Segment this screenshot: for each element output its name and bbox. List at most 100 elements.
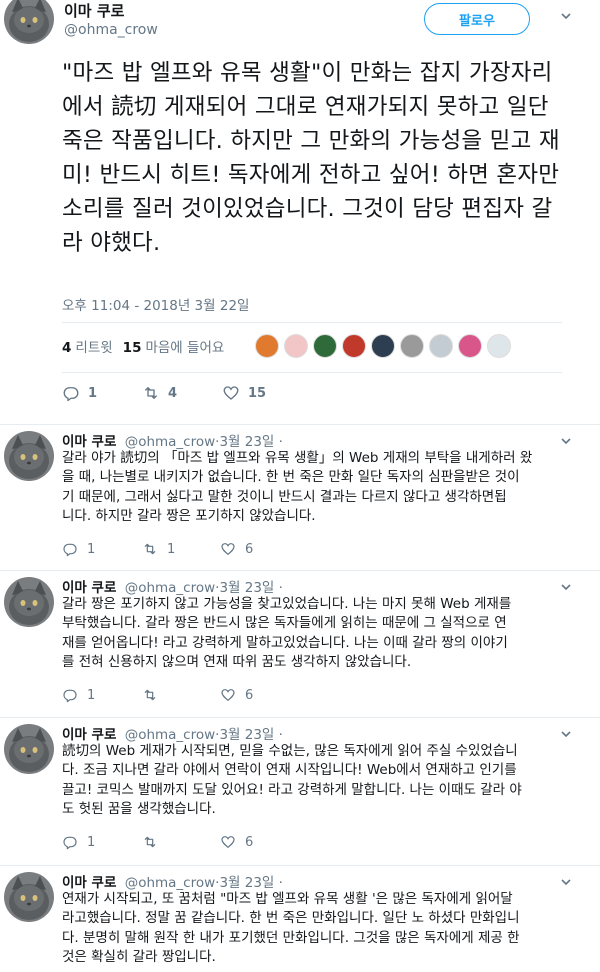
like-button[interactable]: 15 xyxy=(222,384,302,402)
avatar-sketch[interactable] xyxy=(400,334,424,358)
reply-tweet[interactable]: 이마 쿠로 @ohma_crow·3월 23일 · 読切의 Web 게재가 시작되… xyxy=(0,718,600,866)
avatar-orange[interactable] xyxy=(255,334,279,358)
tweet-stats: 4 리트윗 15 마음에 들어요 xyxy=(62,336,234,356)
reply-count: 1 xyxy=(87,687,96,703)
author-name[interactable]: 이마 쿠로 xyxy=(62,727,116,743)
tweet-text-line: 를 전혀 신용하지 않으며 연재 따위 꿈도 생각하지 않았습니다. xyxy=(62,654,412,671)
author-handle[interactable]: @ohma_crow xyxy=(125,434,215,450)
tweet-text: 연재가 시작되고, 또 꿈처럼 "마즈 밥 엘프와 유목 생활 '은 많은 독자… xyxy=(62,890,570,968)
reply-header: 이마 쿠로 @ohma_crow·3월 23일 · xyxy=(62,871,283,891)
follow-button[interactable]: 팔로우 xyxy=(424,3,530,35)
reply-tweet[interactable]: 이마 쿠로 @ohma_crow·3월 23일 · 갈라 야가 読切의 「마즈 밥… xyxy=(0,425,600,571)
tweet-text-line: 갈라 야가 読切의 「마즈 밥 엘프와 유목 생활」의 Web 게재의 부탁을 … xyxy=(62,450,533,466)
heart-icon xyxy=(221,543,235,556)
tweet-date[interactable]: 3월 23일 xyxy=(219,727,274,743)
tweet-timestamp[interactable]: 오후 11:04 - 2018년 3월 22일 xyxy=(62,294,249,314)
reply-count: 1 xyxy=(87,541,96,557)
avatar-green-forest[interactable] xyxy=(313,334,337,358)
avatar-dark-cartoon[interactable] xyxy=(371,334,395,358)
like-count: 15 xyxy=(248,385,267,401)
retweet-count: 1 xyxy=(167,541,176,557)
tweet-date[interactable]: 3월 23일 xyxy=(219,580,274,596)
avatar[interactable] xyxy=(4,577,54,627)
reply-icon xyxy=(63,836,77,850)
chevron-down-icon[interactable] xyxy=(560,581,572,593)
retweet-button[interactable]: 1 xyxy=(142,541,220,557)
separator-dot: · xyxy=(274,580,283,596)
avatar-default[interactable] xyxy=(429,334,453,358)
author-handle[interactable]: @ohma_crow xyxy=(64,22,158,38)
like-button[interactable]: 6 xyxy=(220,687,300,703)
reply-header: 이마 쿠로 @ohma_crow·3월 23일 · xyxy=(62,576,283,596)
retweet-count: 4 xyxy=(168,385,178,401)
reply-header: 이마 쿠로 @ohma_crow·3월 23일 · xyxy=(62,723,283,743)
like-button[interactable]: 6 xyxy=(220,834,300,850)
avatar[interactable] xyxy=(4,0,54,44)
tweet-text-line: 연재가 시작되고, 또 꿈처럼 "마즈 밥 엘프와 유목 생활 '은 많은 독자… xyxy=(62,891,513,907)
retweet-button[interactable] xyxy=(142,687,220,703)
retweet-button[interactable]: 4 xyxy=(142,384,222,402)
avatar-anime-pink[interactable] xyxy=(458,334,482,358)
likes-stat[interactable]: 15 마음에 들어요 xyxy=(123,336,225,356)
avatar-red-cartoon[interactable] xyxy=(342,334,366,358)
avatar[interactable] xyxy=(4,431,54,481)
avatar-white-cat[interactable] xyxy=(487,334,511,358)
likes-stat-label: 마음에 들어요 xyxy=(145,340,225,356)
reply-tweet[interactable]: 이마 쿠로 @ohma_crow·3월 23일 · 갈라 짱은 포기하지 않고 가… xyxy=(0,571,600,718)
reply-count: 1 xyxy=(88,385,98,401)
liker-avatars xyxy=(255,334,516,358)
tweet-actions: 16 xyxy=(62,834,300,850)
tweet-text-line: 부탁했습니다. 갈라 짱은 반드시 많은 독자들에게 읽히는 때문에 그 실적으… xyxy=(62,615,507,632)
tweet-actions: 1 1 6 xyxy=(62,541,300,557)
tweet-text-line: 끌고! 코믹스 발매까지 도달 있어요! 라고 강력하게 말합니다. 나는 이때… xyxy=(62,781,522,798)
tweet-date[interactable]: 3월 23일 xyxy=(219,875,274,891)
reply-tweet[interactable]: 이마 쿠로 @ohma_crow·3월 23일 · 연재가 시작되고, 또 꿈처럼… xyxy=(0,866,600,972)
retweet-stat-count: 4 xyxy=(62,340,72,356)
author-handle[interactable]: @ohma_crow xyxy=(125,875,215,891)
chevron-down-icon[interactable] xyxy=(560,728,572,740)
reply-button[interactable]: 1 xyxy=(62,687,142,703)
retweet-icon xyxy=(144,543,156,555)
tweet-text-line: 기 때문에, 그래서 싫다고 말한 것이니 반드시 결과는 다르지 않다고 생각… xyxy=(62,488,507,505)
like-count: 6 xyxy=(245,541,254,557)
author-handle[interactable]: @ohma_crow xyxy=(125,580,215,596)
avatar-pink-face[interactable] xyxy=(284,334,308,358)
tweet-text: "마즈 밥 엘프와 유목 생활"이 만화는 잡지 가장자리에서 読切 게재되어 … xyxy=(62,60,560,256)
like-count: 6 xyxy=(245,687,254,703)
tweet-text-line: 것은 확실히 갈라 짱입니다. xyxy=(62,949,216,966)
separator-dot: · xyxy=(274,875,283,891)
retweet-stat-label: 리트윗 xyxy=(75,340,113,356)
retweet-icon xyxy=(144,689,156,701)
separator-dot: · xyxy=(274,434,283,450)
tweet-text-line: 読切의 Web 게재가 시작되면, 믿을 수없는, 많은 독자에게 읽어 주실 … xyxy=(62,743,518,759)
author-handle[interactable]: @ohma_crow xyxy=(125,727,215,743)
reply-icon xyxy=(63,689,77,703)
author-name[interactable]: 이마 쿠로 xyxy=(62,580,116,596)
tweet-text-line: 을 때, 나는별로 내키지가 없습니다. 한 번 죽은 만화 일단 독자의 심판… xyxy=(62,469,520,486)
tweet-actions: 16 xyxy=(62,687,300,703)
like-button[interactable]: 6 xyxy=(220,541,300,557)
chevron-down-icon[interactable] xyxy=(560,876,572,888)
tweet-date[interactable]: 3월 23일 xyxy=(219,434,274,450)
avatar[interactable] xyxy=(4,872,54,922)
retweet-stat[interactable]: 4 리트윗 xyxy=(62,336,113,356)
main-tweet: 이마 쿠로 @ohma_crow 팔로우 "마즈 밥 엘프와 유목 생활"이 만… xyxy=(0,0,600,425)
author-name[interactable]: 이마 쿠로 xyxy=(62,875,116,891)
tweet-text: 갈라 야가 読切의 「마즈 밥 엘프와 유목 생활」의 Web 게재의 부탁을 … xyxy=(62,449,570,527)
reply-button[interactable]: 1 xyxy=(62,384,142,402)
tweet-text-line: 다. 분명히 말해 원작 한 내가 포기했던 만화입니다. 그것을 많은 독자에… xyxy=(62,929,520,946)
tweet-text-line: 갈라 짱은 포기하지 않고 가능성을 찾고있었습니다. 나는 마지 못해 Web… xyxy=(62,596,512,612)
reply-count: 1 xyxy=(87,834,96,850)
author-name[interactable]: 이마 쿠로 xyxy=(64,0,124,21)
avatar[interactable] xyxy=(4,724,54,774)
reply-button[interactable]: 1 xyxy=(62,541,142,557)
retweet-icon xyxy=(145,387,157,399)
reply-button[interactable]: 1 xyxy=(62,834,142,850)
tweet-actions: 1 4 15 xyxy=(62,384,302,402)
author-name[interactable]: 이마 쿠로 xyxy=(62,434,116,450)
retweet-icon xyxy=(144,836,156,848)
retweet-button[interactable] xyxy=(142,834,220,850)
tweet-text-line: 재를 얻어옵니다! 라고 강력하게 말하고있었습니다. 나는 이때 갈라 짱의 … xyxy=(62,634,508,651)
chevron-down-icon[interactable] xyxy=(560,10,572,22)
chevron-down-icon[interactable] xyxy=(560,435,572,447)
